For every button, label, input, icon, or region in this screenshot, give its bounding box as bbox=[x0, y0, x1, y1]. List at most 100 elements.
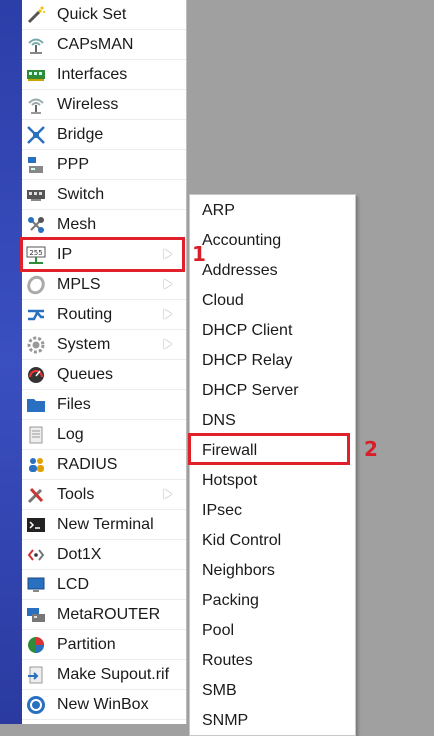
winbox-icon bbox=[26, 695, 46, 715]
submenu-item-dhcp-server[interactable]: DHCP Server bbox=[190, 376, 355, 406]
menu-item-mesh[interactable]: Mesh bbox=[22, 210, 186, 240]
submenu-item-cloud[interactable]: Cloud bbox=[190, 286, 355, 316]
submenu-arrow-icon bbox=[164, 339, 172, 349]
submenu-item-pool[interactable]: Pool bbox=[190, 616, 355, 646]
menu-item-wireless[interactable]: Wireless bbox=[22, 90, 186, 120]
submenu-arrow-icon bbox=[164, 309, 172, 319]
submenu-item-accounting[interactable]: Accounting bbox=[190, 226, 355, 256]
submenu-item-label: DHCP Client bbox=[202, 322, 293, 339]
menu-item-tools[interactable]: Tools bbox=[22, 480, 186, 510]
ip-submenu: ARP Accounting Addresses Cloud DHCP Client DH… bbox=[189, 194, 356, 736]
menu-item-new-winbox[interactable]: New WinBox bbox=[22, 690, 186, 720]
submenu-item-label: Cloud bbox=[202, 292, 244, 309]
pie-chart-icon bbox=[26, 635, 46, 655]
menu-item-switch[interactable]: Switch bbox=[22, 180, 186, 210]
menu-item-bridge[interactable]: Bridge bbox=[22, 120, 186, 150]
menu-item-new-terminal[interactable]: New Terminal bbox=[22, 510, 186, 540]
menu-item-partition[interactable]: Partition bbox=[22, 630, 186, 660]
gauge-icon bbox=[26, 365, 46, 385]
submenu-item-label: DHCP Server bbox=[202, 382, 299, 399]
menu-item-label: Interfaces bbox=[57, 66, 128, 83]
wireless-icon bbox=[26, 95, 46, 115]
menu-item-label: Log bbox=[57, 426, 84, 443]
submenu-item-label: SMB bbox=[202, 682, 237, 699]
document-arrow-icon bbox=[26, 665, 46, 685]
menu-item-make-supout-rif[interactable]: Make Supout.rif bbox=[22, 660, 186, 690]
metarouter-icon bbox=[26, 605, 46, 625]
submenu-item-routes[interactable]: Routes bbox=[190, 646, 355, 676]
magic-wand-icon bbox=[26, 5, 46, 25]
submenu-item-label: Kid Control bbox=[202, 532, 282, 549]
menu-item-system[interactable]: System bbox=[22, 330, 186, 360]
network-card-icon bbox=[26, 65, 46, 85]
submenu-item-label: DHCP Relay bbox=[202, 352, 293, 369]
submenu-item-kid-control[interactable]: Kid Control bbox=[190, 526, 355, 556]
folder-icon bbox=[26, 395, 46, 415]
submenu-item-hotspot[interactable]: Hotspot bbox=[190, 466, 355, 496]
menu-item-label: New WinBox bbox=[57, 696, 149, 713]
menu-item-label: Files bbox=[57, 396, 91, 413]
menu-item-label: Dot1X bbox=[57, 546, 102, 563]
log-icon bbox=[26, 425, 46, 445]
menu-item-label: Make Supout.rif bbox=[57, 666, 170, 683]
submenu-item-arp[interactable]: ARP bbox=[190, 196, 355, 226]
menu-item-label: MetaROUTER bbox=[57, 606, 161, 623]
submenu-item-label: IPsec bbox=[202, 502, 243, 519]
submenu-item-label: ARP bbox=[202, 202, 235, 219]
users-icon bbox=[26, 455, 46, 475]
menu-item-label: Routing bbox=[57, 306, 113, 323]
mpls-icon bbox=[26, 275, 46, 295]
submenu-item-neighbors[interactable]: Neighbors bbox=[190, 556, 355, 586]
submenu-item-snmp[interactable]: SNMP bbox=[190, 706, 355, 736]
ppp-icon bbox=[26, 155, 46, 175]
menu-item-label: Switch bbox=[57, 186, 105, 203]
submenu-item-label: SNMP bbox=[202, 712, 249, 729]
menu-item-label: MPLS bbox=[57, 276, 101, 293]
menu-item-ppp[interactable]: PPP bbox=[22, 150, 186, 180]
menu-item-log[interactable]: Log bbox=[22, 420, 186, 450]
tools-icon bbox=[26, 485, 46, 505]
menu-item-label: PPP bbox=[57, 156, 90, 173]
submenu-item-dns[interactable]: DNS bbox=[190, 406, 355, 436]
submenu-item-label: Addresses bbox=[202, 262, 278, 279]
menu-item-label: Tools bbox=[57, 486, 95, 503]
menu-item-label: Quick Set bbox=[57, 6, 127, 23]
menu-item-dot1x[interactable]: Dot1X bbox=[22, 540, 186, 570]
dot1x-icon bbox=[26, 545, 46, 565]
menu-item-label: LCD bbox=[57, 576, 90, 593]
menu-item-quick-set[interactable]: Quick Set bbox=[22, 0, 186, 30]
step-2-marker: 2 bbox=[364, 437, 378, 461]
menu-item-label: Wireless bbox=[57, 96, 119, 113]
menu-item-label: Mesh bbox=[57, 216, 97, 233]
menu-item-radius[interactable]: RADIUS bbox=[22, 450, 186, 480]
submenu-item-label: Hotspot bbox=[202, 472, 258, 489]
antenna-icon bbox=[26, 35, 46, 55]
menu-item-metarouter[interactable]: MetaROUTER bbox=[22, 600, 186, 630]
menu-item-label: CAPsMAN bbox=[57, 36, 134, 53]
terminal-icon bbox=[26, 515, 46, 535]
submenu-item-dhcp-client[interactable]: DHCP Client bbox=[190, 316, 355, 346]
menu-item-interfaces[interactable]: Interfaces bbox=[22, 60, 186, 90]
menu-item-capsman[interactable]: CAPsMAN bbox=[22, 30, 186, 60]
firewall-highlight-box bbox=[188, 433, 350, 465]
ip-highlight-box bbox=[20, 237, 185, 272]
menu-item-routing[interactable]: Routing bbox=[22, 300, 186, 330]
submenu-item-packing[interactable]: Packing bbox=[190, 586, 355, 616]
menu-item-label: New Terminal bbox=[57, 516, 154, 533]
submenu-item-smb[interactable]: SMB bbox=[190, 676, 355, 706]
menu-item-queues[interactable]: Queues bbox=[22, 360, 186, 390]
menu-item-label: RADIUS bbox=[57, 456, 118, 473]
submenu-item-label: Accounting bbox=[202, 232, 282, 249]
menu-item-label: Bridge bbox=[57, 126, 104, 143]
bridge-icon bbox=[26, 125, 46, 145]
sidebar-brand-stripe bbox=[0, 0, 22, 724]
menu-item-mpls[interactable]: MPLS bbox=[22, 270, 186, 300]
menu-item-files[interactable]: Files bbox=[22, 390, 186, 420]
step-1-marker: 1 bbox=[192, 242, 206, 266]
routing-icon bbox=[26, 305, 46, 325]
submenu-item-label: Neighbors bbox=[202, 562, 275, 579]
submenu-item-ipsec[interactable]: IPsec bbox=[190, 496, 355, 526]
menu-item-lcd[interactable]: LCD bbox=[22, 570, 186, 600]
submenu-item-dhcp-relay[interactable]: DHCP Relay bbox=[190, 346, 355, 376]
submenu-item-addresses[interactable]: Addresses bbox=[190, 256, 355, 286]
